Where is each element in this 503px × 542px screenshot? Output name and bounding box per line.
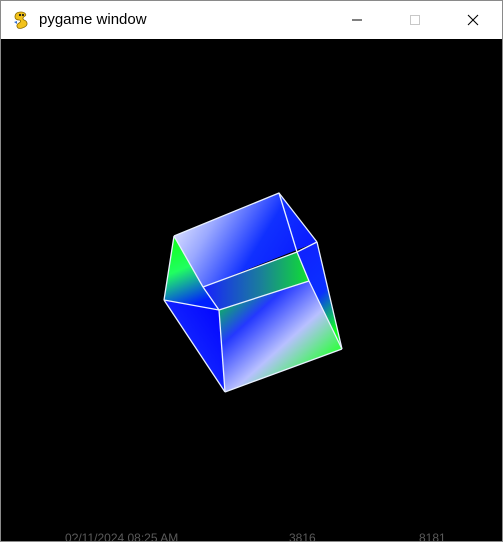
title-bar[interactable]: pygame window <box>1 1 502 39</box>
minimize-icon <box>351 14 363 26</box>
window-title: pygame window <box>39 11 147 28</box>
maximize-icon <box>409 14 421 26</box>
pygame-snake-icon <box>11 10 31 30</box>
close-icon <box>467 14 479 26</box>
maximize-button[interactable] <box>386 1 444 39</box>
cube-scene <box>163 192 343 393</box>
pygame-window: pygame window 0?/11/2024 08:25 AM 3816 8… <box>0 0 503 542</box>
close-button[interactable] <box>444 1 502 39</box>
minimize-button[interactable] <box>328 1 386 39</box>
pygame-canvas[interactable] <box>1 39 502 541</box>
